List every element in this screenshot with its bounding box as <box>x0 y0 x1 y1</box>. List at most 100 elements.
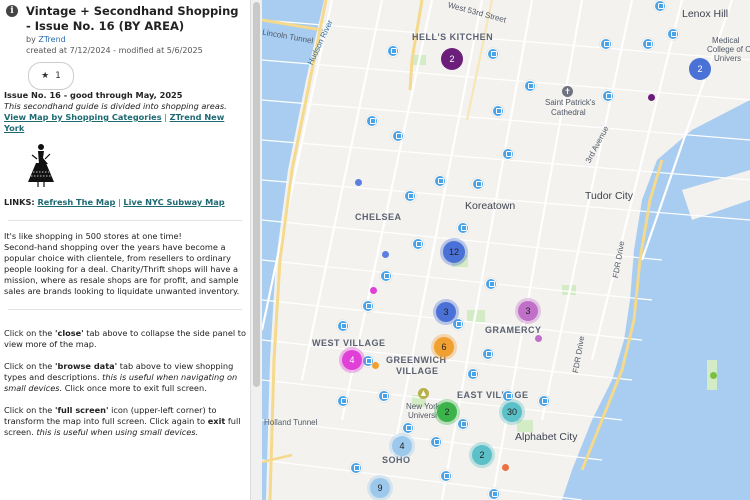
shop-pin[interactable] <box>350 462 362 474</box>
label-st-patrick-2: Cathedral <box>551 108 586 117</box>
church-icon[interactable]: ✝ <box>562 86 573 97</box>
shop-pin[interactable] <box>366 115 378 127</box>
shop-pin[interactable] <box>378 390 390 402</box>
label-lenox-hill: Lenox Hill <box>682 8 729 20</box>
links-prefix: LINKS: <box>4 197 38 207</box>
browse-instructions: Click on the 'browse data' tab above to … <box>4 361 246 394</box>
shop-pin[interactable] <box>457 222 469 234</box>
shop-pin[interactable] <box>440 470 452 482</box>
map-canvas[interactable]: HELL'S KITCHEN West 53rd Street Hudson R… <box>262 0 750 500</box>
shop-pin[interactable] <box>538 395 550 407</box>
shop-pin[interactable] <box>337 395 349 407</box>
shop-pin[interactable] <box>502 390 514 402</box>
by-prefix: by <box>26 35 39 44</box>
shop-dot[interactable] <box>502 464 509 471</box>
star-icon: ★ <box>41 71 50 81</box>
close-instructions: Click on the 'close' tab above to collap… <box>4 328 246 350</box>
divider-1 <box>8 220 242 221</box>
map-base <box>262 0 750 500</box>
refresh-map-link[interactable]: Refresh The Map <box>37 197 115 207</box>
shop-dot[interactable] <box>370 287 377 294</box>
label-hells-kitchen: HELL'S KITCHEN <box>412 32 494 42</box>
shop-pin[interactable] <box>362 300 374 312</box>
cluster-marker[interactable]: 4 <box>342 350 362 370</box>
shop-pin[interactable] <box>434 175 446 187</box>
categories-link[interactable]: View Map by Shopping Categories <box>4 112 162 122</box>
full-text-exit: exit <box>207 416 226 426</box>
university-icon[interactable]: ▲ <box>418 388 429 399</box>
cluster-marker[interactable]: 3 <box>436 302 456 322</box>
dress-figure-image <box>28 144 54 187</box>
author-link[interactable]: ZTrend <box>38 35 65 44</box>
label-medical-1: Medical <box>712 36 740 45</box>
shop-dot[interactable] <box>710 372 717 379</box>
shop-pin[interactable] <box>667 28 679 40</box>
label-tudor-city: Tudor City <box>585 190 634 202</box>
shop-pin[interactable] <box>380 270 392 282</box>
cluster-marker[interactable]: 2 <box>441 48 463 70</box>
shop-pin[interactable] <box>485 278 497 290</box>
scrollbar-thumb[interactable] <box>253 2 260 387</box>
label-greenwich-2: VILLAGE <box>396 366 439 376</box>
shop-dot[interactable] <box>382 251 389 258</box>
shop-pin[interactable] <box>602 90 614 102</box>
full-text-a: Click on the <box>4 405 55 415</box>
shop-dot[interactable] <box>648 94 655 101</box>
issue-heading: Issue No. 16 - good through May, 2025 <box>4 90 183 100</box>
shop-pin[interactable] <box>387 45 399 57</box>
shop-pin[interactable] <box>430 436 442 448</box>
shop-pin[interactable] <box>392 130 404 142</box>
label-east-village: EAST VILLAGE <box>457 390 529 400</box>
browse-text-a: Click on the <box>4 361 55 371</box>
shop-pin[interactable] <box>654 0 666 12</box>
author-line: by ZTrend <box>26 34 244 45</box>
full-text-f: this is useful when using small devices. <box>36 427 199 437</box>
label-koreatown: Koreatown <box>465 200 516 212</box>
shop-pin[interactable] <box>452 318 464 330</box>
favorite-button[interactable]: ★ 1 <box>28 62 74 90</box>
label-greenwich-1: GREENWICH <box>386 355 447 365</box>
shop-pin[interactable] <box>488 488 500 500</box>
cluster-marker[interactable]: 9 <box>370 478 390 498</box>
label-gramercy: GRAMERCY <box>485 325 542 335</box>
shop-pin[interactable] <box>642 38 654 50</box>
cluster-marker[interactable]: 3 <box>518 301 538 321</box>
shop-pin[interactable] <box>404 190 416 202</box>
close-text-a: Click on the <box>4 328 55 338</box>
shop-dot[interactable] <box>372 362 379 369</box>
links-row: LINKS: Refresh The Map | Live NYC Subway… <box>4 197 246 208</box>
browse-text-e: Click once more to exit full screen. <box>62 383 207 393</box>
favorite-count: 1 <box>55 71 61 81</box>
shop-pin[interactable] <box>402 422 414 434</box>
close-tab-name: 'close' <box>54 328 84 338</box>
cluster-marker[interactable]: 2 <box>437 402 457 422</box>
shop-dot[interactable] <box>355 179 362 186</box>
shop-pin[interactable] <box>487 48 499 60</box>
shop-pin[interactable] <box>502 148 514 160</box>
cluster-marker[interactable]: 4 <box>392 436 412 456</box>
shop-pin[interactable] <box>472 178 484 190</box>
cluster-marker[interactable]: 12 <box>443 241 465 263</box>
browse-tab-name: 'browse data' <box>54 361 118 371</box>
intro-paragraph-line1: It's like shopping in 500 stores at one … <box>4 231 182 241</box>
shop-pin[interactable] <box>457 418 469 430</box>
cluster-marker[interactable]: 2 <box>689 58 711 80</box>
shop-pin[interactable] <box>524 80 536 92</box>
shop-pin[interactable] <box>492 105 504 117</box>
info-icon[interactable]: i <box>6 5 18 17</box>
links-separator: | <box>118 197 121 207</box>
shop-dot[interactable] <box>535 335 542 342</box>
shop-pin[interactable] <box>337 320 349 332</box>
cluster-marker[interactable]: 30 <box>502 402 522 422</box>
shop-pin[interactable] <box>412 238 424 250</box>
shop-pin[interactable] <box>467 368 479 380</box>
shop-pin[interactable] <box>600 38 612 50</box>
subway-map-link[interactable]: Live NYC Subway Map <box>123 197 224 207</box>
label-chelsea: CHELSEA <box>355 212 402 222</box>
intro-paragraph: Second-hand shopping over the years have… <box>4 242 240 296</box>
cluster-marker[interactable]: 2 <box>472 445 492 465</box>
cluster-marker[interactable]: 6 <box>434 337 454 357</box>
intro-text: This secondhand guide is divided into sh… <box>4 101 227 111</box>
label-nyu-2: Universi <box>408 411 437 420</box>
shop-pin[interactable] <box>482 348 494 360</box>
